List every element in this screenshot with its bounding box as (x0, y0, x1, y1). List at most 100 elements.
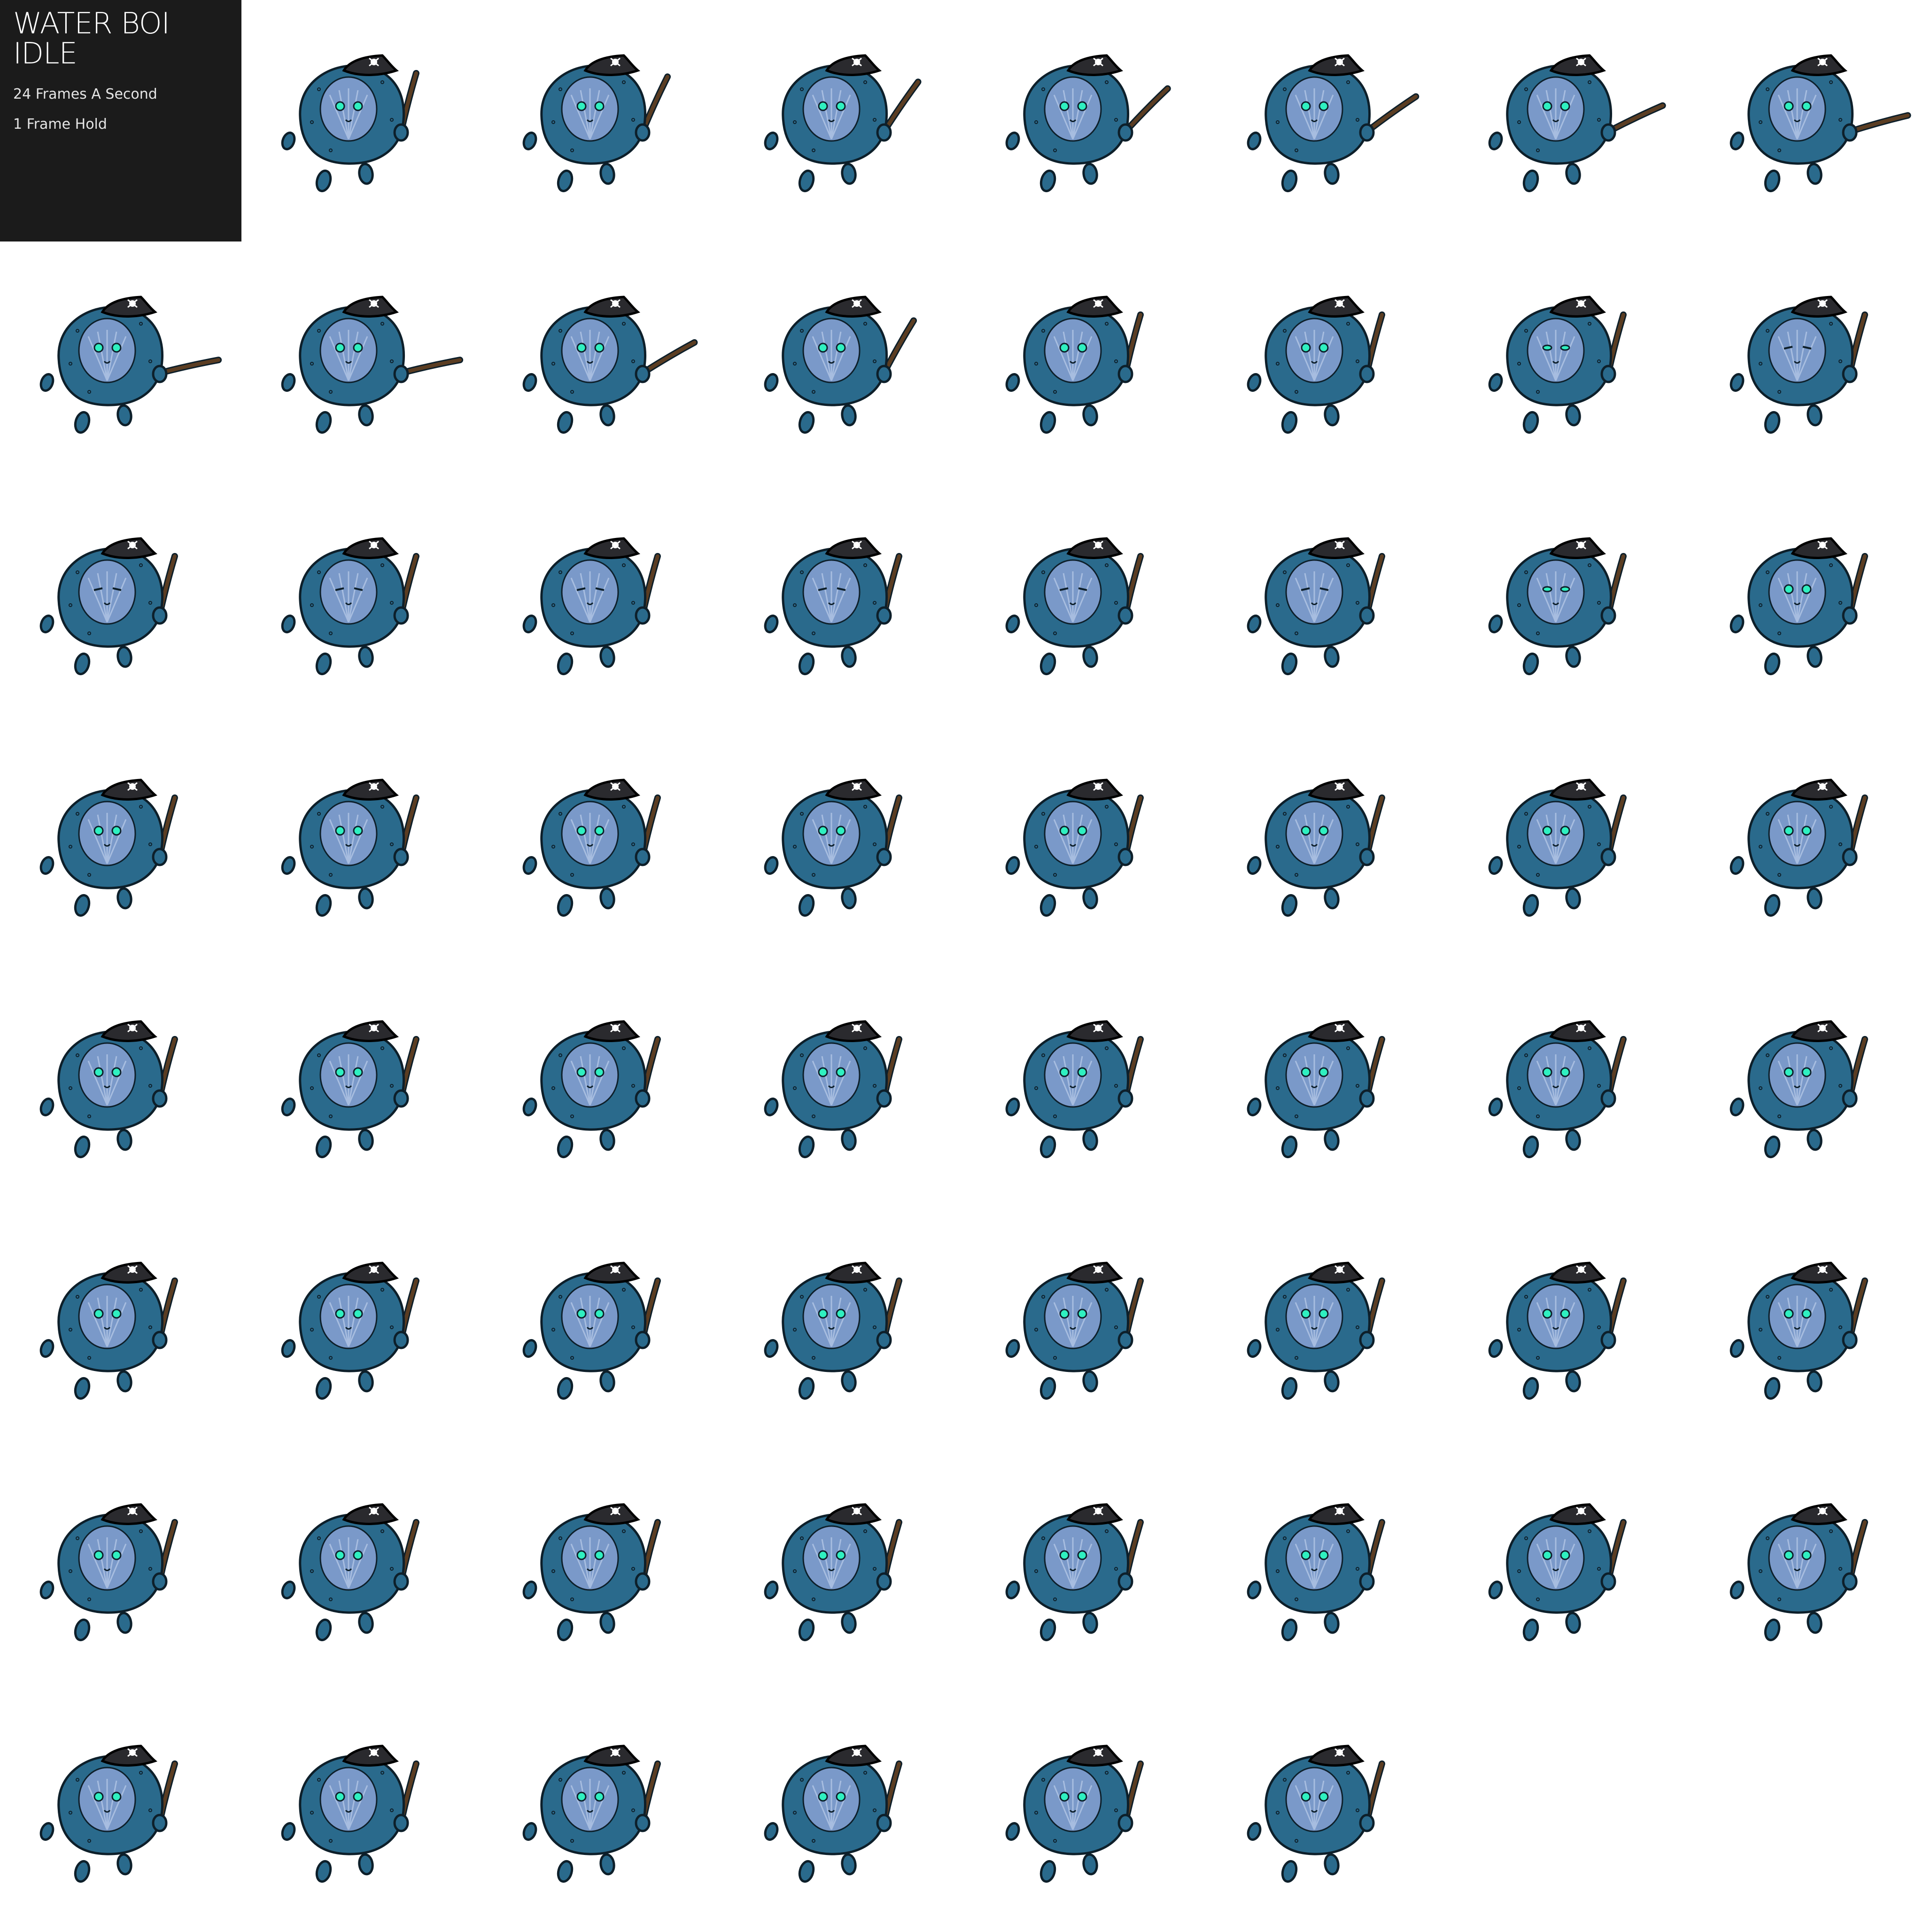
sprite-frame (1207, 483, 1449, 724)
sprite-frame (483, 1208, 724, 1449)
eye-right (1319, 101, 1329, 111)
foot-left (1281, 652, 1298, 676)
sprite-frame (966, 1208, 1207, 1449)
water-boi-pirate-sprite (281, 537, 419, 676)
foot-left (1040, 169, 1056, 193)
eye-right (1801, 826, 1812, 836)
foot-left (557, 894, 574, 917)
foot-right (841, 163, 857, 185)
eye-right (594, 1550, 605, 1560)
hand-right (1842, 1089, 1858, 1108)
foot-right (1324, 1370, 1340, 1393)
water-boi-pirate-sprite (1488, 779, 1627, 917)
hand-right (635, 123, 651, 142)
water-boi-pirate-sprite (764, 296, 917, 434)
foot-right (358, 163, 374, 185)
eye-right (1560, 344, 1570, 351)
eye-right (353, 1550, 363, 1560)
water-boi-pirate-sprite (1730, 296, 1868, 434)
foot-right (599, 404, 615, 427)
eye-left (576, 826, 587, 836)
sprite-sheet: WATER BOI IDLE 24 Frames A Second 1 Fram… (0, 0, 1924, 1924)
sprite-frame (241, 1449, 483, 1690)
sprite-frame (1449, 242, 1690, 483)
eye-right (111, 1309, 122, 1319)
eye-left (818, 1309, 828, 1319)
sprite-frame (1690, 1449, 1924, 1690)
foot-left (798, 1135, 815, 1159)
water-boi-pirate-sprite (1247, 296, 1385, 434)
water-boi-pirate-sprite (281, 296, 464, 434)
hand-left (1247, 132, 1262, 150)
hand-right (876, 1331, 892, 1349)
foot-left (74, 411, 91, 434)
hand-right (393, 123, 409, 142)
hand-right (393, 365, 409, 383)
water-boi-pirate-sprite (1488, 1020, 1627, 1159)
eye-right (353, 1067, 363, 1077)
hand-left (281, 373, 296, 392)
water-boi-pirate-sprite (281, 1503, 419, 1642)
hand-right (635, 1572, 651, 1591)
hand-left (1005, 373, 1020, 392)
eye-left (1059, 1792, 1070, 1802)
eye-left (335, 101, 345, 111)
water-boi-pirate-sprite (1005, 779, 1144, 917)
eye-left (335, 343, 345, 353)
sprite-frame (241, 966, 483, 1208)
eye-left (576, 343, 587, 353)
eye-right (1560, 1067, 1570, 1077)
eye-left (1301, 1550, 1311, 1560)
sword (1605, 102, 1666, 135)
hand-left (1005, 1339, 1020, 1358)
hand-right (1117, 606, 1133, 625)
sprite-frame (483, 483, 724, 724)
eye-left (1301, 1067, 1311, 1077)
foot-right (599, 1612, 615, 1634)
eye-right (1077, 1309, 1087, 1319)
eye-right (594, 1792, 605, 1802)
foot-left (1764, 411, 1781, 434)
hand-right (1600, 1331, 1616, 1349)
sprite-frame (966, 1690, 1207, 1932)
foot-left (1040, 1135, 1056, 1159)
hand-right (152, 1572, 168, 1591)
water-boi-pirate-sprite (522, 1745, 661, 1883)
hand-right (152, 365, 168, 383)
foot-right (116, 1612, 132, 1634)
foot-left (557, 1135, 574, 1159)
eye-left (335, 826, 345, 836)
eye-right (836, 1309, 846, 1319)
sprite-frame (241, 1690, 483, 1932)
foot-right (599, 1129, 615, 1151)
eye-right (111, 343, 122, 353)
eye-right (1319, 1067, 1329, 1077)
sprite-frame (483, 966, 724, 1208)
hand-right (152, 1814, 168, 1832)
hand-left (1730, 856, 1745, 875)
sprite-frame (1449, 724, 1690, 966)
eye-right (1560, 586, 1570, 592)
hand-left (1247, 856, 1262, 875)
eye-left (1301, 101, 1311, 111)
sheet-title-line2: IDLE (13, 36, 78, 70)
water-boi-pirate-sprite (1247, 1503, 1385, 1642)
foot-left (1281, 1135, 1298, 1159)
hand-left (522, 856, 537, 875)
water-boi-pirate-sprite (1247, 1745, 1385, 1883)
eye-right (1077, 826, 1087, 836)
eye-left (1059, 1309, 1070, 1319)
water-boi-pirate-sprite (1005, 1745, 1144, 1883)
eye-left (1542, 101, 1552, 111)
foot-left (1522, 652, 1539, 676)
eye-right (836, 826, 846, 836)
foot-left (1764, 169, 1781, 193)
eye-right (353, 101, 363, 111)
hand-left (1488, 1581, 1503, 1599)
water-boi-pirate-sprite (522, 296, 698, 434)
hand-left (522, 132, 537, 150)
eye-left (1784, 1067, 1794, 1077)
eye-left (1301, 1792, 1311, 1802)
foot-left (315, 1377, 332, 1400)
hand-left (281, 1339, 296, 1358)
